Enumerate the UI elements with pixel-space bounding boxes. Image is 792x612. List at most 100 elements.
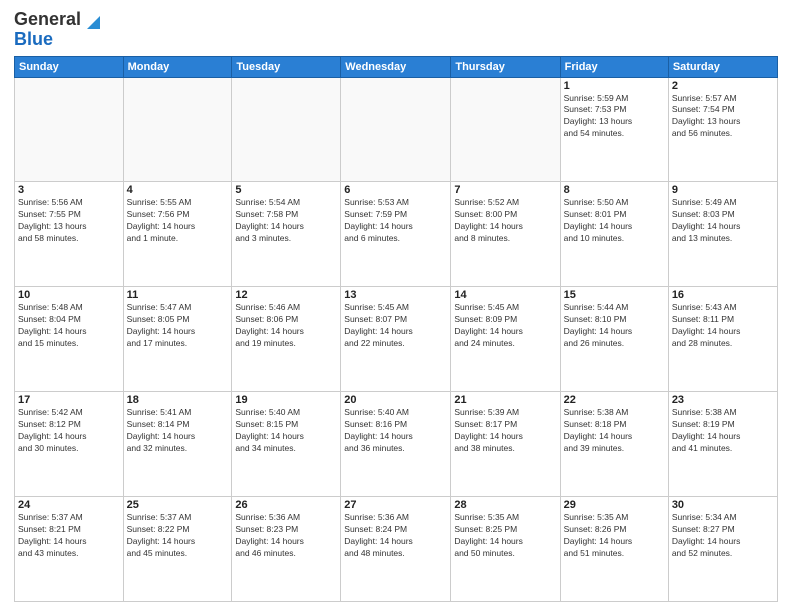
calendar-cell: 16Sunrise: 5:43 AMSunset: 8:11 PMDayligh… <box>668 287 777 392</box>
day-info-text: Sunrise: 5:50 AM <box>564 197 665 209</box>
day-info-text: Daylight: 14 hours <box>344 536 447 548</box>
day-number: 26 <box>235 499 337 511</box>
day-info-text: and 45 minutes. <box>127 548 229 560</box>
day-info-text: Sunset: 7:55 PM <box>18 209 120 221</box>
calendar-week-row: 10Sunrise: 5:48 AMSunset: 8:04 PMDayligh… <box>15 287 778 392</box>
day-number: 28 <box>454 499 556 511</box>
day-info-text: Sunrise: 5:39 AM <box>454 407 556 419</box>
day-info-text: Daylight: 14 hours <box>235 221 337 233</box>
day-info-text: and 24 minutes. <box>454 338 556 350</box>
day-info-text: Daylight: 14 hours <box>127 536 229 548</box>
day-info-text: Daylight: 14 hours <box>344 221 447 233</box>
day-info-text: Sunrise: 5:35 AM <box>564 512 665 524</box>
day-info-text: Daylight: 14 hours <box>127 431 229 443</box>
calendar-week-row: 17Sunrise: 5:42 AMSunset: 8:12 PMDayligh… <box>15 392 778 497</box>
logo-icon <box>82 11 100 29</box>
calendar-cell: 15Sunrise: 5:44 AMSunset: 8:10 PMDayligh… <box>560 287 668 392</box>
day-info-text: and 50 minutes. <box>454 548 556 560</box>
calendar-cell <box>123 77 232 182</box>
day-info-text: Daylight: 14 hours <box>454 536 556 548</box>
day-number: 27 <box>344 499 447 511</box>
day-info-text: Sunrise: 5:37 AM <box>18 512 120 524</box>
day-info-text: and 52 minutes. <box>672 548 774 560</box>
day-info-text: Sunset: 7:59 PM <box>344 209 447 221</box>
day-info-text: Sunrise: 5:45 AM <box>454 302 556 314</box>
day-info-text: Daylight: 14 hours <box>235 536 337 548</box>
day-number: 10 <box>18 289 120 301</box>
day-info-text: and 3 minutes. <box>235 233 337 245</box>
day-info-text: Sunset: 7:58 PM <box>235 209 337 221</box>
day-info-text: Sunrise: 5:59 AM <box>564 93 665 105</box>
calendar-cell: 24Sunrise: 5:37 AMSunset: 8:21 PMDayligh… <box>15 497 124 602</box>
calendar-cell <box>341 77 451 182</box>
day-info-text: Sunset: 8:10 PM <box>564 314 665 326</box>
day-info-text: Sunrise: 5:34 AM <box>672 512 774 524</box>
day-info-text: Daylight: 14 hours <box>454 431 556 443</box>
day-info-text: and 34 minutes. <box>235 443 337 455</box>
day-info-text: Daylight: 14 hours <box>18 431 120 443</box>
day-info-text: Daylight: 14 hours <box>18 326 120 338</box>
calendar-cell: 18Sunrise: 5:41 AMSunset: 8:14 PMDayligh… <box>123 392 232 497</box>
calendar-cell: 23Sunrise: 5:38 AMSunset: 8:19 PMDayligh… <box>668 392 777 497</box>
day-info-text: Sunset: 8:16 PM <box>344 419 447 431</box>
day-info-text: Sunset: 8:15 PM <box>235 419 337 431</box>
logo-general-text: General <box>14 10 81 30</box>
calendar-cell: 4Sunrise: 5:55 AMSunset: 7:56 PMDaylight… <box>123 182 232 287</box>
day-info-text: Sunset: 8:19 PM <box>672 419 774 431</box>
calendar-cell: 14Sunrise: 5:45 AMSunset: 8:09 PMDayligh… <box>451 287 560 392</box>
day-info-text: Sunset: 8:22 PM <box>127 524 229 536</box>
day-info-text: Daylight: 14 hours <box>18 536 120 548</box>
day-number: 5 <box>235 184 337 196</box>
calendar-cell: 12Sunrise: 5:46 AMSunset: 8:06 PMDayligh… <box>232 287 341 392</box>
day-info-text: Sunset: 8:27 PM <box>672 524 774 536</box>
day-number: 24 <box>18 499 120 511</box>
day-info-text: and 56 minutes. <box>672 128 774 140</box>
day-info-text: Daylight: 13 hours <box>18 221 120 233</box>
day-number: 16 <box>672 289 774 301</box>
day-info-text: Sunrise: 5:40 AM <box>235 407 337 419</box>
day-info-text: Sunset: 8:01 PM <box>564 209 665 221</box>
day-info-text: and 15 minutes. <box>18 338 120 350</box>
day-number: 25 <box>127 499 229 511</box>
day-info-text: and 10 minutes. <box>564 233 665 245</box>
day-info-text: Sunset: 8:17 PM <box>454 419 556 431</box>
day-info-text: Sunrise: 5:57 AM <box>672 93 774 105</box>
day-number: 7 <box>454 184 556 196</box>
day-info-text: Sunrise: 5:38 AM <box>564 407 665 419</box>
day-info-text: and 51 minutes. <box>564 548 665 560</box>
day-number: 23 <box>672 394 774 406</box>
day-number: 11 <box>127 289 229 301</box>
calendar-cell: 27Sunrise: 5:36 AMSunset: 8:24 PMDayligh… <box>341 497 451 602</box>
day-info-text: Sunrise: 5:52 AM <box>454 197 556 209</box>
day-info-text: Sunset: 8:21 PM <box>18 524 120 536</box>
calendar-cell: 7Sunrise: 5:52 AMSunset: 8:00 PMDaylight… <box>451 182 560 287</box>
day-info-text: Sunrise: 5:49 AM <box>672 197 774 209</box>
day-info-text: Sunrise: 5:37 AM <box>127 512 229 524</box>
weekday-header-row: SundayMondayTuesdayWednesdayThursdayFrid… <box>15 56 778 77</box>
day-info-text: and 38 minutes. <box>454 443 556 455</box>
day-info-text: Sunrise: 5:48 AM <box>18 302 120 314</box>
day-number: 21 <box>454 394 556 406</box>
calendar-cell <box>451 77 560 182</box>
calendar-cell: 9Sunrise: 5:49 AMSunset: 8:03 PMDaylight… <box>668 182 777 287</box>
weekday-header-monday: Monday <box>123 56 232 77</box>
day-info-text: Sunrise: 5:42 AM <box>18 407 120 419</box>
day-info-text: Daylight: 14 hours <box>564 536 665 548</box>
day-info-text: Daylight: 14 hours <box>127 326 229 338</box>
day-number: 8 <box>564 184 665 196</box>
day-info-text: Daylight: 14 hours <box>672 326 774 338</box>
day-info-text: and 41 minutes. <box>672 443 774 455</box>
calendar-week-row: 1Sunrise: 5:59 AMSunset: 7:53 PMDaylight… <box>15 77 778 182</box>
logo-blue-text: Blue <box>14 30 53 50</box>
calendar-cell: 17Sunrise: 5:42 AMSunset: 8:12 PMDayligh… <box>15 392 124 497</box>
calendar-cell <box>15 77 124 182</box>
day-info-text: Sunset: 8:24 PM <box>344 524 447 536</box>
calendar-cell: 30Sunrise: 5:34 AMSunset: 8:27 PMDayligh… <box>668 497 777 602</box>
day-info-text: and 13 minutes. <box>672 233 774 245</box>
day-info-text: Sunset: 8:09 PM <box>454 314 556 326</box>
calendar-cell: 21Sunrise: 5:39 AMSunset: 8:17 PMDayligh… <box>451 392 560 497</box>
weekday-header-wednesday: Wednesday <box>341 56 451 77</box>
day-number: 29 <box>564 499 665 511</box>
day-number: 18 <box>127 394 229 406</box>
day-info-text: and 48 minutes. <box>344 548 447 560</box>
